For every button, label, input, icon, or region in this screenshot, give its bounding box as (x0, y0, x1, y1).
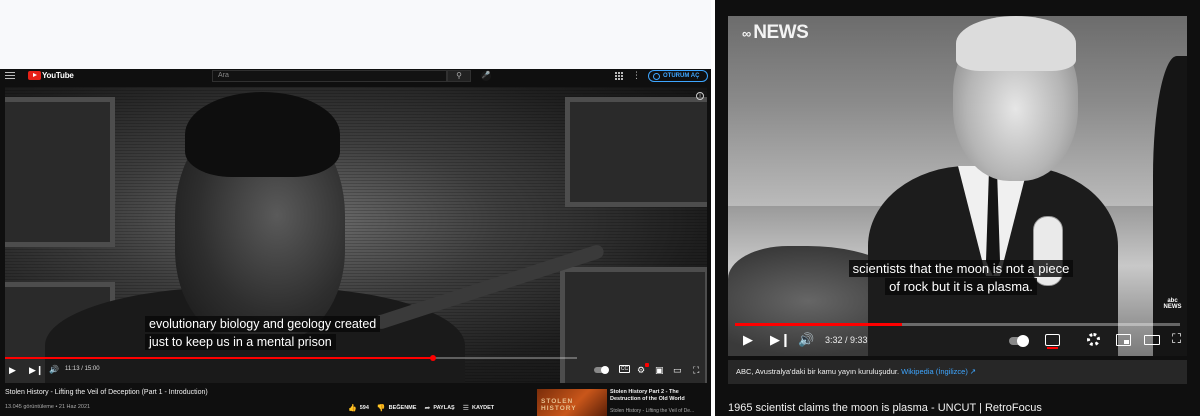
subtitle-line: scientists that the moon is not a piece (848, 260, 1074, 277)
gear-icon[interactable]: ⚙ (637, 365, 645, 375)
save-button[interactable]: ☰ KAYDET (463, 404, 494, 412)
subtitle-line: of rock but it is a plasma. (885, 278, 1037, 295)
video-meta: 13.045 görüntüleme • 21 Haz 2021 (5, 404, 91, 410)
youtube-logo-text: YouTube (42, 71, 74, 80)
subtitles-icon[interactable] (1045, 334, 1060, 349)
time-display: 11:13 / 15:00 (65, 366, 100, 372)
search-button[interactable]: ⚲ (447, 70, 471, 82)
miniplayer-icon[interactable]: ▣ (655, 365, 664, 375)
interviewer-silhouette (1153, 56, 1187, 356)
more-options-icon[interactable]: ⋮ (632, 70, 641, 81)
share-label: PAYLAŞ (433, 405, 455, 411)
right-subtitles: scientists that the moon is not a piece … (821, 260, 1101, 296)
subtitles-icon[interactable]: CC (619, 365, 630, 373)
left-subtitles: evolutionary biology and geology created… (145, 315, 395, 351)
like-button[interactable]: 👍 594 (348, 404, 369, 412)
youtube-logo[interactable]: YouTube (28, 71, 74, 80)
next-video-thumbnail[interactable]: STOLEN HISTORY (537, 389, 607, 416)
microphone-icon[interactable]: 🎤 (481, 71, 491, 81)
gear-icon[interactable] (1087, 333, 1100, 346)
sign-in-label: OTURUM AÇ (663, 73, 700, 79)
dislike-icon: 👎 (376, 405, 386, 412)
sign-in-button[interactable]: OTURUM AÇ (648, 70, 708, 82)
right-player-controls: ▶ ▶❙ 🔊 3:32 / 9:33 ⛶ (728, 321, 1187, 356)
info-panel-text: ABC, Avustralya'daki bir kamu yayın kuru… (736, 367, 976, 376)
play-icon[interactable]: ▶ (743, 333, 753, 347)
fullscreen-icon[interactable]: ⛶ (693, 365, 699, 375)
watermark-text: NEWS (753, 22, 809, 43)
left-player-controls: ▶ ▶❙ 🔊 11:13 / 15:00 CC ⚙ ▣ ▭ ⛶ (5, 355, 707, 383)
youtube-header: YouTube Ara ⚲ 🎤 ⋮ OTURUM AÇ (0, 69, 711, 83)
like-count: 594 (359, 405, 369, 411)
thumbnail-text: STOLEN HISTORY (541, 398, 577, 412)
info-panel-description: ABC, Avustralya'daki bir kamu yayın kuru… (736, 367, 900, 376)
dislike-button[interactable]: 👎 BEĞENME (377, 404, 417, 412)
share-icon: ➦ (424, 405, 431, 412)
video-title: 1965 scientist claims the moon is plasma… (728, 402, 1042, 414)
theater-icon[interactable]: ▭ (673, 365, 682, 375)
wood-panel (565, 97, 707, 207)
autoplay-toggle[interactable] (1009, 335, 1029, 347)
video-title: Stolen History - Lifting the Veil of Dec… (5, 389, 208, 396)
apps-grid-icon[interactable] (615, 72, 623, 80)
miniplayer-icon[interactable] (1116, 334, 1131, 346)
hamburger-menu-icon[interactable] (5, 72, 15, 80)
right-youtube-window: ∞ NEWS abc NEWS scientists that the moon … (715, 0, 1200, 416)
external-link-icon[interactable]: ↗ (970, 367, 976, 376)
progress-played (5, 357, 433, 359)
hd-badge (645, 363, 649, 367)
scientist-hair (956, 16, 1076, 71)
search-input[interactable]: Ara (212, 70, 447, 82)
video-actions: 👍 594 👎 BEĞENME ➦ PAYLAŞ ☰ KAYDET (348, 404, 494, 412)
next-video-channel[interactable]: Stolen History - Lifting the Veil of De.… (610, 408, 710, 414)
play-icon[interactable]: ▶ (9, 365, 16, 375)
fullscreen-icon[interactable]: ⛶ (1172, 332, 1181, 346)
subtitle-line: evolutionary biology and geology created (145, 316, 381, 332)
info-panel: ABC, Avustralya'daki bir kamu yayın kuru… (728, 360, 1187, 384)
subtitle-line: just to keep us in a mental prison (145, 334, 336, 350)
left-browser-topbar (0, 0, 711, 69)
abc-news-watermark: ∞ NEWS (742, 22, 809, 43)
search-icon: ⚲ (456, 71, 462, 80)
theater-icon[interactable] (1144, 335, 1160, 345)
volume-icon[interactable]: 🔊 (798, 333, 814, 347)
abc-corner-badge: abc NEWS (1163, 298, 1182, 310)
right-video-player[interactable]: ∞ NEWS abc NEWS (728, 16, 1187, 356)
like-icon: 👍 (348, 405, 357, 412)
save-label: KAYDET (472, 405, 495, 411)
left-youtube-window: YouTube Ara ⚲ 🎤 ⋮ OTURUM AÇ i evolutiona… (0, 69, 711, 416)
progress-played (735, 323, 903, 326)
next-icon[interactable]: ▶❙ (770, 333, 791, 347)
next-icon[interactable]: ▶❙ (29, 365, 43, 375)
youtube-logo-icon (28, 71, 41, 80)
progress-scrubber[interactable] (429, 355, 436, 361)
autoplay-toggle[interactable] (594, 366, 609, 374)
info-icon[interactable]: i (696, 92, 704, 100)
volume-icon[interactable]: 🔊 (49, 365, 59, 375)
dislike-label: BEĞENME (388, 405, 417, 411)
next-video-title[interactable]: Stolen History Part 2 - The Destruction … (610, 389, 710, 403)
time-display: 3:32 / 9:33 (825, 335, 868, 345)
speaker-hair (185, 92, 340, 177)
wikipedia-link[interactable]: Wikipedia (İngilizce) (901, 367, 968, 376)
share-button[interactable]: ➦ PAYLAŞ (424, 404, 454, 412)
wood-panel (5, 97, 115, 247)
add-to-playlist-icon: ☰ (462, 405, 469, 412)
account-icon (653, 73, 660, 80)
